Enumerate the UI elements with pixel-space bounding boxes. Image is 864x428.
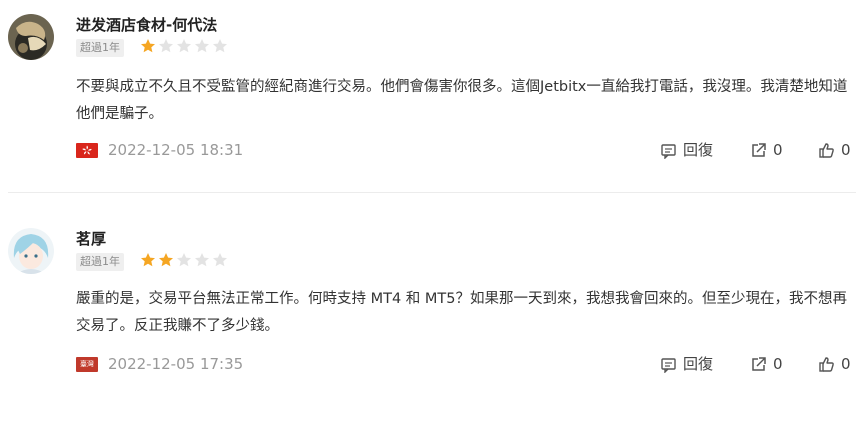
timestamp: 2022-12-05 17:35 xyxy=(108,355,244,373)
tenure-badge: 超過1年 xyxy=(76,253,124,271)
username[interactable]: 进发酒店食材-何代法 xyxy=(76,14,217,35)
star-empty-icon xyxy=(177,39,191,53)
like-button[interactable]: 0 xyxy=(818,354,851,374)
star-empty-icon xyxy=(213,39,227,53)
star-filled-icon xyxy=(141,39,155,53)
reply-label: 回復 xyxy=(683,355,714,373)
username[interactable]: 茗厚 xyxy=(76,228,106,249)
avatar[interactable] xyxy=(8,14,54,60)
like-button[interactable]: 0 xyxy=(818,140,851,160)
divider xyxy=(8,192,856,193)
thumbs-up-icon xyxy=(819,142,834,158)
review-card: 进发酒店食材-何代法 超過1年 不要與成立不久且不受監管的經紀商進行交易。他們會… xyxy=(0,0,864,192)
like-count: 0 xyxy=(841,141,851,159)
share-button[interactable]: 0 xyxy=(750,140,783,160)
timestamp: 2022-12-05 18:31 xyxy=(108,141,244,159)
star-empty-icon xyxy=(177,253,191,267)
comment-icon xyxy=(661,143,676,159)
share-button[interactable]: 0 xyxy=(750,354,783,374)
star-empty-icon xyxy=(213,253,227,267)
review-text: 不要與成立不久且不受監管的經紀商進行交易。他們會傷害你很多。這個Jetbitx一… xyxy=(76,79,848,122)
avatar[interactable] xyxy=(8,228,54,274)
hong-kong-flag-icon xyxy=(76,143,98,158)
star-filled-icon xyxy=(159,253,173,267)
star-rating xyxy=(140,252,228,268)
reply-label: 回復 xyxy=(683,141,714,159)
comment-icon xyxy=(661,357,676,373)
star-rating xyxy=(140,38,228,54)
review-text: 嚴重的是，交易平台無法正常工作。何時支持 MT4 和 MT5？如果那一天到來，我… xyxy=(76,291,848,334)
tenure-badge: 超過1年 xyxy=(76,39,124,57)
like-count: 0 xyxy=(841,355,851,373)
share-count: 0 xyxy=(773,355,783,373)
review-footer: 臺灣 2022-12-05 17:35 回復 0 0 xyxy=(76,354,864,374)
star-empty-icon xyxy=(159,39,173,53)
region-label: 臺灣 xyxy=(80,360,94,368)
thumbs-up-icon xyxy=(819,356,834,372)
review-card: 茗厚 超過1年 嚴重的是，交易平台無法正常工作。何時支持 MT4 和 MT5？如… xyxy=(0,210,864,410)
review-footer: 2022-12-05 18:31 回復 0 0 xyxy=(76,140,864,160)
star-empty-icon xyxy=(195,39,209,53)
star-filled-icon xyxy=(141,253,155,267)
share-icon xyxy=(752,356,766,371)
reply-button[interactable]: 回復 xyxy=(660,140,713,160)
share-count: 0 xyxy=(773,141,783,159)
star-empty-icon xyxy=(195,253,209,267)
share-icon xyxy=(752,142,766,157)
taiwan-flag-icon: 臺灣 xyxy=(76,357,98,372)
reply-button[interactable]: 回復 xyxy=(660,354,713,374)
